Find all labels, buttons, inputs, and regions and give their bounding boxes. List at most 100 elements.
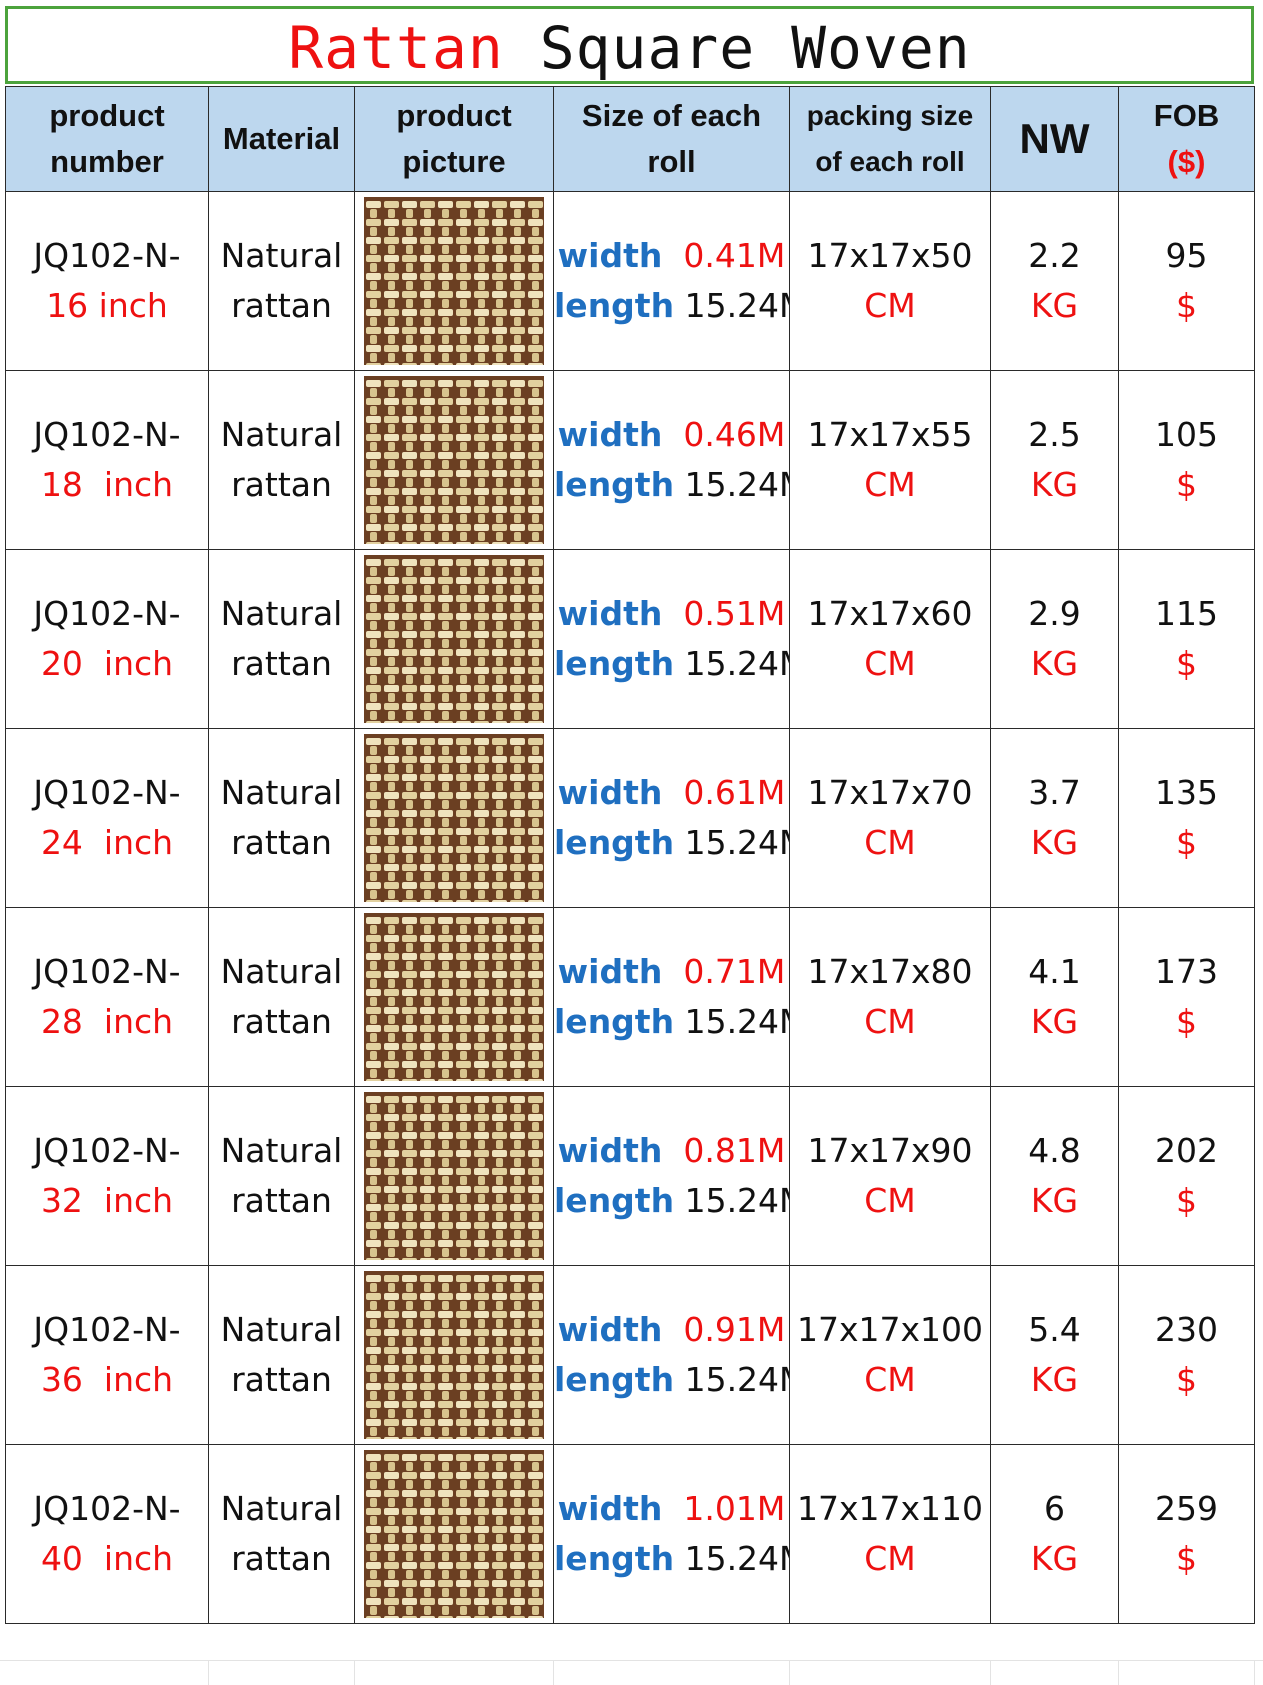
fob-price-value: 259: [1155, 1489, 1218, 1528]
fob-currency: $: [1176, 465, 1197, 504]
header-nw: NW: [990, 86, 1119, 192]
header-material: Material: [208, 86, 355, 192]
fob-currency: $: [1176, 1002, 1197, 1041]
net-weight-value: 4.8: [1028, 1131, 1081, 1170]
product-code: JQ102-N-: [33, 415, 181, 454]
fob-price-cell: 259 $: [1118, 1444, 1255, 1624]
net-weight-cell: 4.8 KG: [990, 1086, 1119, 1266]
packing-dimensions: 17x17x110: [796, 1489, 984, 1528]
packing-dimensions: 17x17x90: [807, 1131, 973, 1170]
product-inch: 16 inch: [46, 286, 168, 325]
fob-price-value: 115: [1155, 594, 1218, 633]
product-inch: 20 inch: [40, 644, 174, 683]
packing-dimensions: 17x17x70: [807, 773, 973, 812]
width-value: 1.01M: [683, 1489, 786, 1528]
product-code: JQ102-N-: [33, 1131, 181, 1170]
packing-size-cell: 17x17x90 CM: [789, 1086, 991, 1266]
fob-price-value: 135: [1155, 773, 1218, 812]
fob-price-cell: 105 $: [1118, 370, 1255, 550]
packing-dimensions: 17x17x60: [807, 594, 973, 633]
net-weight-cell: 6 KG: [990, 1444, 1119, 1624]
fob-price-value: 95: [1165, 236, 1208, 275]
product-picture-cell: [354, 728, 554, 908]
product-number-cell: JQ102-N- 32 inch: [5, 1086, 209, 1266]
fob-currency: $: [1176, 1181, 1197, 1220]
net-weight-cell: 2.5 KG: [990, 370, 1119, 550]
fob-price-cell: 135 $: [1118, 728, 1255, 908]
material-cell: Natural rattan: [208, 728, 355, 908]
length-value: 15.24M: [684, 823, 789, 862]
product-code: JQ102-N-: [33, 236, 181, 275]
material-line-2: rattan: [231, 465, 332, 504]
packing-size-cell: 17x17x80 CM: [789, 907, 991, 1087]
length-value: 15.24M: [684, 286, 789, 325]
fob-price-value: 173: [1155, 952, 1218, 991]
net-weight-unit: KG: [1030, 1360, 1079, 1399]
table-row: JQ102-N- 32 inch Natural rattan width 0.…: [5, 1086, 1255, 1266]
material-line-2: rattan: [231, 1181, 332, 1220]
material-line-1: Natural: [220, 1310, 343, 1349]
header-size: Size of each roll: [553, 86, 790, 192]
material-line-1: Natural: [220, 415, 343, 454]
product-inch: 32 inch: [40, 1181, 174, 1220]
packing-unit: CM: [864, 286, 916, 325]
rattan-weave-image: [364, 734, 544, 902]
width-value: 0.71M: [683, 952, 786, 991]
product-code: JQ102-N-: [33, 594, 181, 633]
packing-dimensions: 17x17x50: [807, 236, 973, 275]
material-line-1: Natural: [220, 1131, 343, 1170]
roll-size-cell: width 0.41M length 15.24M: [553, 191, 790, 371]
rattan-weave-image: [364, 376, 544, 544]
width-value: 0.51M: [683, 594, 786, 633]
fob-price-cell: 95 $: [1118, 191, 1255, 371]
length-label: length: [554, 1539, 675, 1578]
fob-price-value: 202: [1155, 1131, 1218, 1170]
width-value: 0.91M: [683, 1310, 786, 1349]
product-number-cell: JQ102-N- 40 inch: [5, 1444, 209, 1624]
product-picture-cell: [354, 370, 554, 550]
table-row: JQ102-N- 16 inch Natural rattan width 0.…: [5, 191, 1255, 371]
product-code: JQ102-N-: [33, 1310, 181, 1349]
roll-size-cell: width 1.01M length 15.24M: [553, 1444, 790, 1624]
material-line-2: rattan: [231, 644, 332, 683]
length-value: 15.24M: [684, 1360, 789, 1399]
length-label: length: [554, 465, 675, 504]
packing-unit: CM: [864, 1539, 916, 1578]
net-weight-cell: 3.7 KG: [990, 728, 1119, 908]
packing-size-cell: 17x17x55 CM: [789, 370, 991, 550]
product-inch: 28 inch: [40, 1002, 174, 1041]
packing-dimensions: 17x17x100: [796, 1310, 984, 1349]
roll-size-cell: width 0.91M length 15.24M: [553, 1265, 790, 1445]
material-line-1: Natural: [220, 236, 343, 275]
header-product-number: product number: [5, 86, 209, 192]
product-number-cell: JQ102-N- 24 inch: [5, 728, 209, 908]
length-label: length: [554, 1360, 675, 1399]
table-row: JQ102-N- 24 inch Natural rattan width 0.…: [5, 728, 1255, 908]
table-row: JQ102-N- 18 inch Natural rattan width 0.…: [5, 370, 1255, 550]
material-line-2: rattan: [231, 823, 332, 862]
rattan-weave-image: [364, 1092, 544, 1260]
material-cell: Natural rattan: [208, 1086, 355, 1266]
net-weight-unit: KG: [1030, 1539, 1079, 1578]
net-weight-cell: 2.2 KG: [990, 191, 1119, 371]
product-number-cell: JQ102-N- 28 inch: [5, 907, 209, 1087]
roll-size-cell: width 0.61M length 15.24M: [553, 728, 790, 908]
net-weight-value: 3.7: [1028, 773, 1081, 812]
material-line-2: rattan: [231, 286, 332, 325]
rattan-weave-image: [364, 555, 544, 723]
net-weight-unit: KG: [1030, 465, 1079, 504]
material-line-1: Natural: [220, 773, 343, 812]
product-number-cell: JQ102-N- 36 inch: [5, 1265, 209, 1445]
material-cell: Natural rattan: [208, 907, 355, 1087]
title-rattan: Rattan: [288, 14, 504, 82]
net-weight-value: 4.1: [1028, 952, 1081, 991]
width-value: 0.41M: [683, 236, 786, 275]
product-number-cell: JQ102-N- 16 inch: [5, 191, 209, 371]
net-weight-value: 5.4: [1028, 1310, 1081, 1349]
product-inch: 24 inch: [40, 823, 174, 862]
width-value: 0.81M: [683, 1131, 786, 1170]
product-picture-cell: [354, 1086, 554, 1266]
spreadsheet-sheet: Rattan Square Woven product number Mater…: [0, 0, 1263, 1685]
width-label: width: [557, 1310, 663, 1349]
product-picture-cell: [354, 191, 554, 371]
